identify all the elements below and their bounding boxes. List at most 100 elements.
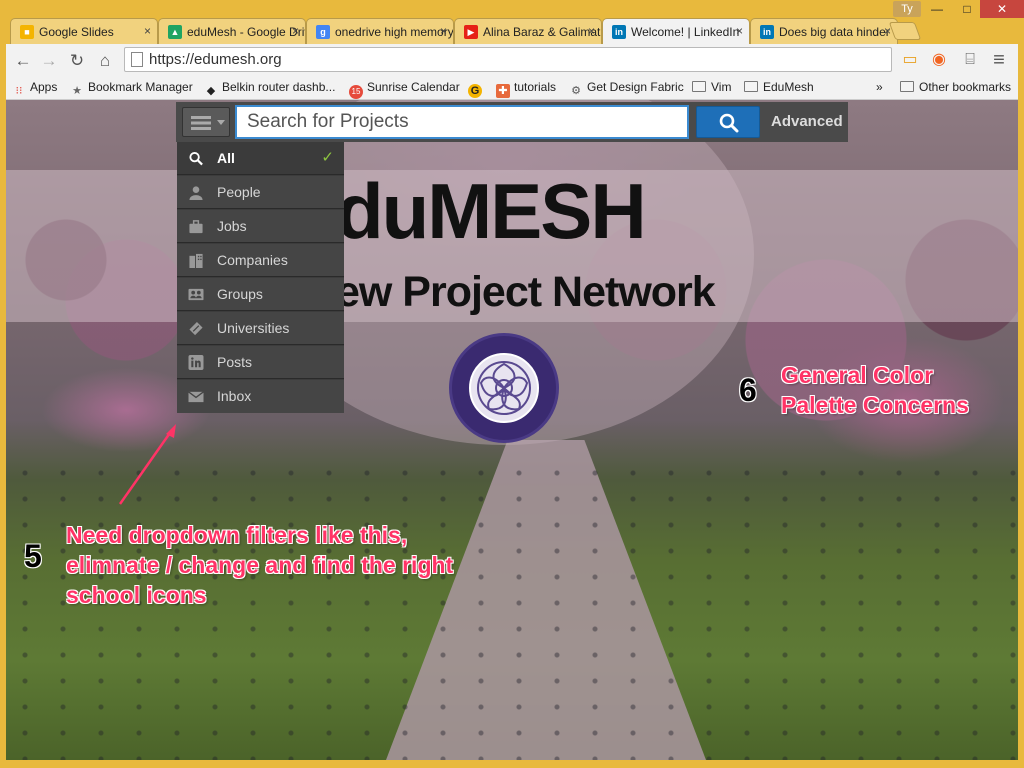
home-button[interactable]: ⌂: [94, 50, 116, 72]
bookmark-sunrise[interactable]: 15 Sunrise Calendar: [349, 80, 460, 99]
filter-label: Companies: [217, 252, 288, 268]
rose-emblem-icon: [469, 353, 539, 423]
filter-all[interactable]: All ✓: [177, 142, 344, 175]
bookmark-g[interactable]: G: [468, 80, 486, 98]
building-icon: [189, 253, 203, 268]
page-viewport: duMESH ew Project Network Search for Pro…: [6, 100, 1018, 760]
tab-edumesh-drive[interactable]: ▲ eduMesh - Google Drive ×: [158, 18, 306, 44]
bookmark-label: tutorials: [514, 80, 557, 94]
folder-icon: [900, 81, 914, 92]
search-input[interactable]: Search for Projects: [235, 105, 689, 139]
group-icon: [188, 288, 204, 301]
bookmark-tutorials[interactable]: ✚ tutorials: [496, 80, 556, 98]
search-button[interactable]: [696, 106, 760, 138]
minimize-button[interactable]: —: [922, 0, 952, 18]
tab-close-icon[interactable]: ×: [144, 24, 151, 38]
bookmarks-bar: ⁝⁝ Apps ★ Bookmark Manager ◆ Belkin router …: [6, 76, 1018, 100]
advanced-search-link[interactable]: Advanced: [771, 113, 843, 130]
tab-linkedin-welcome[interactable]: in Welcome! | LinkedIn ×: [602, 18, 750, 44]
linkedin-icon: [188, 355, 204, 370]
cast-icon[interactable]: ⌸: [959, 49, 981, 71]
bookmark-label: EduMesh: [763, 80, 814, 94]
filter-inbox[interactable]: Inbox: [177, 380, 344, 413]
chrome-menu-icon[interactable]: ≡: [988, 49, 1010, 71]
filter-people[interactable]: People: [177, 176, 344, 209]
edumesh-logo: [449, 333, 559, 443]
hamburger-icon: [191, 116, 211, 130]
bookmark-design-fabric[interactable]: ⚙ Get Design Fabric: [569, 80, 684, 98]
annotation-arrow: [118, 424, 176, 505]
filter-label: Universities: [217, 320, 290, 336]
search-filter-menu-button[interactable]: [182, 107, 230, 137]
site-search-bar: Search for Projects Advanced: [176, 102, 848, 142]
chevron-down-icon: [217, 120, 225, 125]
filter-label: Jobs: [217, 218, 247, 234]
bookmarks-overflow[interactable]: »: [876, 80, 883, 94]
folder-icon: [692, 81, 706, 92]
tab-close-icon[interactable]: ×: [440, 24, 447, 38]
tab-linkedin-bigdata[interactable]: in Does big data hinder ×: [750, 18, 898, 44]
profile-chip[interactable]: Ty: [893, 1, 921, 17]
sunrise-calendar-icon: 15: [349, 85, 363, 99]
tab-close-icon[interactable]: ×: [292, 24, 299, 38]
forward-button[interactable]: →: [38, 50, 60, 72]
briefcase-icon: [189, 220, 203, 234]
hero-subtitle: ew Project Network: [336, 268, 716, 316]
bookmark-other[interactable]: Other bookmarks: [900, 80, 1011, 94]
tab-title: onedrive high memory: [335, 25, 454, 39]
gear-icon: ⚙: [571, 85, 581, 97]
bookmark-edumesh[interactable]: EduMesh: [744, 80, 814, 94]
browser-toolbar: ← → ↻ ⌂ https://edumesh.org ▭ ◉ ⌸ ≡: [6, 44, 1018, 76]
tab-google-slides[interactable]: ■ Google Slides ×: [10, 18, 158, 44]
filter-companies[interactable]: Companies: [177, 244, 344, 277]
filter-jobs[interactable]: Jobs: [177, 210, 344, 243]
bookmark-vim[interactable]: Vim: [692, 80, 731, 94]
slides-icon: ■: [20, 25, 34, 39]
annotation-5-text: Need dropdown filters like this, elimnat…: [66, 522, 454, 608]
maximize-button[interactable]: □: [952, 0, 982, 18]
person-icon: [189, 186, 203, 200]
bookmark-label: Other bookmarks: [919, 80, 1012, 94]
drive-icon: ▲: [168, 25, 182, 39]
annotation-6-number: 6: [739, 372, 757, 408]
filter-posts[interactable]: Posts: [177, 346, 344, 379]
filter-label: Inbox: [217, 388, 252, 404]
tab-youtube[interactable]: ▶ Alina Baraz & Galimatias ×: [454, 18, 602, 44]
url-text: https://edumesh.org: [149, 51, 282, 68]
new-tab-button[interactable]: [888, 22, 922, 40]
tab-onedrive-search[interactable]: g onedrive high memory ×: [306, 18, 454, 44]
address-bar[interactable]: https://edumesh.org: [124, 47, 892, 72]
bookmark-label: Get Design Fabric: [587, 80, 684, 94]
filter-universities[interactable]: Universities: [177, 312, 344, 345]
search-icon: [189, 151, 203, 166]
back-button[interactable]: ←: [12, 50, 34, 72]
bookmark-belkin[interactable]: ◆ Belkin router dashb...: [204, 80, 336, 98]
filter-label: Posts: [217, 354, 253, 370]
tab-title: Alina Baraz & Galimatias: [483, 25, 601, 39]
bookmark-label: Apps: [30, 80, 58, 94]
filter-label: All: [217, 150, 235, 166]
bookmark-label: Bookmark Manager: [88, 80, 193, 94]
folder-icon: [744, 81, 758, 92]
filter-label: Groups: [217, 286, 263, 302]
youtube-icon: ▶: [464, 25, 478, 39]
search-filter-dropdown: All ✓ People Jobs Companies Groups Unive…: [177, 142, 344, 413]
tab-title: Does big data hinder: [779, 25, 890, 39]
search-icon: [719, 113, 739, 133]
bookmark-apps[interactable]: ⁝⁝ Apps: [12, 80, 58, 98]
folder-extension-icon[interactable]: ▭: [899, 49, 921, 71]
bookmark-manager[interactable]: ★ Bookmark Manager: [70, 80, 193, 98]
close-window-button[interactable]: ✕: [980, 0, 1024, 18]
bookmark-label: Belkin router dashb...: [222, 80, 336, 94]
orange-extension-icon[interactable]: ◉: [928, 49, 950, 71]
tab-close-icon[interactable]: ×: [736, 24, 743, 38]
reload-button[interactable]: ↻: [66, 50, 88, 72]
filter-groups[interactable]: Groups: [177, 278, 344, 311]
g-icon: G: [468, 84, 482, 98]
tab-close-icon[interactable]: ×: [588, 24, 595, 38]
bookmark-label: Vim: [711, 80, 732, 94]
tab-title: Google Slides: [39, 25, 114, 39]
linkedin-icon: in: [760, 25, 774, 39]
checkmark-icon: ✓: [321, 149, 334, 166]
annotation-5-number: 5: [24, 538, 42, 574]
